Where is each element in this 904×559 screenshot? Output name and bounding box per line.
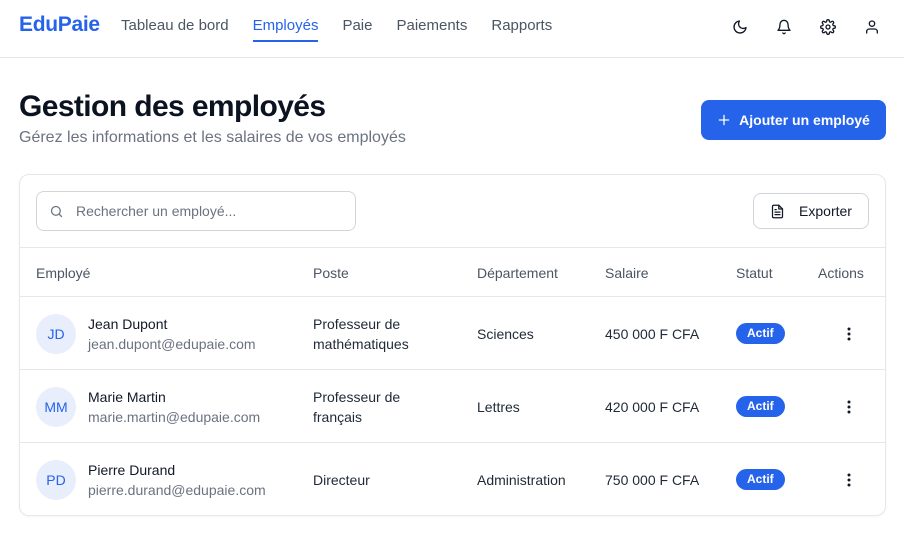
- add-employee-label: Ajouter un employé: [739, 112, 870, 128]
- employees-card: Exporter Employé Poste Département Salai…: [19, 174, 886, 516]
- top-navigation-bar: EduPaie Tableau de bord Employés Paie Pa…: [0, 0, 904, 58]
- document-icon: [771, 204, 784, 218]
- employee-email: pierre.durand@edupaie.com: [88, 482, 266, 498]
- avatar: MM: [36, 387, 76, 427]
- avatar: JD: [36, 314, 76, 354]
- column-header-department[interactable]: Département: [477, 265, 558, 281]
- employee-salary: 450 000 F CFA: [605, 326, 700, 342]
- employee-name: Marie Martin: [88, 389, 166, 405]
- employee-position: Professeur de mathématiques: [313, 314, 409, 354]
- nav-link-dashboard[interactable]: Tableau de bord: [121, 17, 229, 42]
- employee-department: Administration: [477, 472, 566, 488]
- page-subtitle: Gérez les informations et les salaires d…: [19, 129, 406, 146]
- search-input[interactable]: [76, 203, 326, 219]
- export-button[interactable]: Exporter: [753, 193, 869, 229]
- employee-department: Sciences: [477, 326, 534, 342]
- employee-name: Pierre Durand: [88, 462, 176, 478]
- employee-salary: 420 000 F CFA: [605, 399, 700, 415]
- table-header: Employé Poste Département Salaire Statut…: [20, 247, 885, 297]
- search-box[interactable]: [36, 191, 356, 231]
- employee-name: Jean Dupont: [88, 316, 168, 332]
- position-line: français: [313, 409, 363, 425]
- employee-email: jean.dupont@edupaie.com: [88, 336, 256, 352]
- position-line: Professeur de: [313, 316, 401, 332]
- employee-salary: 750 000 F CFA: [605, 472, 700, 488]
- table-row[interactable]: PD Pierre Durand pierre.durand@edupaie.c…: [20, 443, 885, 515]
- column-header-employee[interactable]: Employé: [36, 265, 90, 281]
- bell-icon[interactable]: [772, 15, 796, 39]
- app-logo[interactable]: EduPaie: [19, 13, 100, 37]
- nav-link-employees[interactable]: Employés: [252, 17, 319, 42]
- employee-department: Lettres: [477, 399, 520, 415]
- nav-link-payroll[interactable]: Paie: [342, 17, 372, 42]
- avatar: PD: [36, 460, 76, 500]
- status-badge: Actif: [736, 323, 785, 344]
- status-badge: Actif: [736, 469, 785, 490]
- table-row[interactable]: MM Marie Martin marie.martin@edupaie.com…: [20, 370, 885, 443]
- employee-position: Directeur: [313, 470, 370, 490]
- gear-icon[interactable]: [816, 15, 840, 39]
- add-employee-button[interactable]: Ajouter un employé: [701, 100, 886, 140]
- more-vertical-icon[interactable]: [838, 469, 860, 491]
- page-title: Gestion des employés: [19, 90, 326, 123]
- more-vertical-icon[interactable]: [838, 396, 860, 418]
- employee-position: Professeur de français: [313, 387, 400, 427]
- position-line: Professeur de: [313, 389, 401, 405]
- nav-link-reports[interactable]: Rapports: [491, 17, 552, 42]
- column-header-status[interactable]: Statut: [736, 265, 773, 281]
- top-icon-group: [728, 15, 884, 39]
- search-icon: [50, 205, 63, 217]
- position-line: mathématiques: [313, 336, 409, 352]
- employee-email: marie.martin@edupaie.com: [88, 409, 261, 425]
- user-icon[interactable]: [860, 15, 884, 39]
- position-line: Directeur: [313, 472, 370, 488]
- status-badge: Actif: [736, 396, 785, 417]
- table-row[interactable]: JD Jean Dupont jean.dupont@edupaie.com P…: [20, 297, 885, 370]
- more-vertical-icon[interactable]: [838, 323, 860, 345]
- column-header-actions: Actions: [818, 265, 864, 281]
- nav-link-payments[interactable]: Paiements: [396, 17, 467, 42]
- column-header-position[interactable]: Poste: [313, 265, 349, 281]
- main-nav: Tableau de bord Employés Paie Paiements …: [121, 17, 552, 42]
- column-header-salary[interactable]: Salaire: [605, 265, 649, 281]
- export-label: Exporter: [799, 203, 852, 219]
- moon-icon[interactable]: [728, 15, 752, 39]
- plus-icon: [718, 114, 730, 126]
